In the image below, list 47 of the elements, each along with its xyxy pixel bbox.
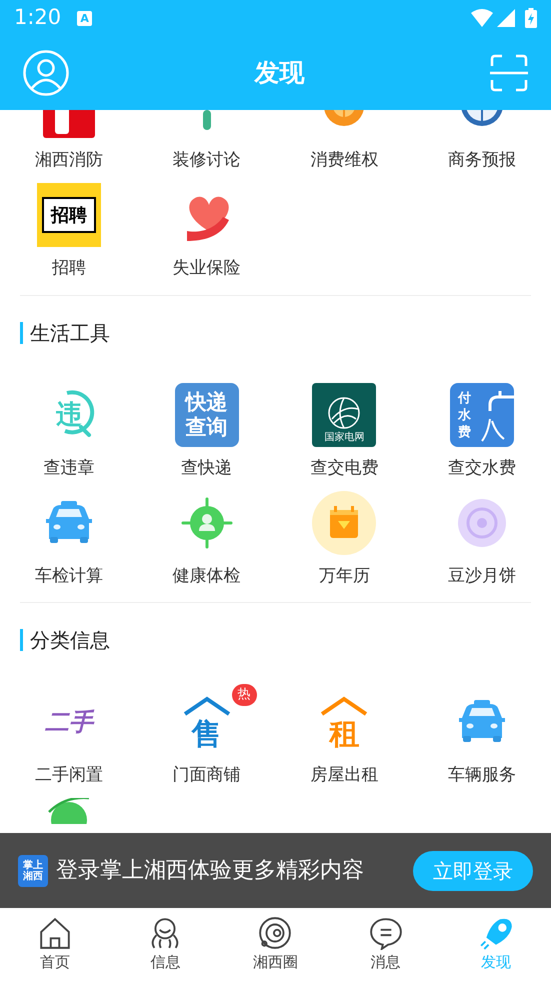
notification-icon: A xyxy=(77,10,92,26)
tab[interactable]: 首页 xyxy=(0,908,110,981)
section-marker xyxy=(20,629,23,651)
battery-icon xyxy=(525,8,537,28)
tab-icon xyxy=(368,916,403,950)
item-label[interactable]: 房屋出租 xyxy=(310,765,378,785)
item-label[interactable]: 失业保险 xyxy=(172,258,241,278)
power-grid-icon[interactable]: 国家电网 xyxy=(312,383,376,447)
item-label[interactable]: 车检计算 xyxy=(34,566,103,586)
capsule-icon[interactable] xyxy=(202,110,211,130)
item-label[interactable]: 车辆服务 xyxy=(448,765,516,785)
item-label[interactable]: 查交电费 xyxy=(310,458,378,478)
section-marker xyxy=(20,322,23,344)
item-label[interactable]: 招聘 xyxy=(52,258,86,278)
wifi-icon xyxy=(471,9,493,27)
scan-icon[interactable] xyxy=(490,54,528,92)
hot-badge: 热 xyxy=(232,684,257,706)
water-fee-icon[interactable]: 付 水 费 xyxy=(450,383,514,447)
page-title: 发现 xyxy=(254,57,304,90)
status-time: 1:20 xyxy=(14,4,62,32)
tab-icon xyxy=(478,916,513,950)
item-label[interactable]: 健康体检 xyxy=(172,566,241,586)
signal-icon xyxy=(497,9,515,27)
login-prompt: 登录掌上湘西体验更多精彩内容 xyxy=(56,857,364,885)
tab-icon xyxy=(258,916,292,950)
section-title: 分类信息 xyxy=(30,628,110,652)
avatar-icon[interactable] xyxy=(23,50,69,96)
tab[interactable]: 信息 xyxy=(110,908,220,981)
item-label[interactable]: 门面商铺 xyxy=(172,765,241,785)
item-label[interactable]: 湘西消防 xyxy=(34,150,103,170)
app-logo: 掌上 湘西 xyxy=(18,854,48,886)
item-label[interactable]: 查交水费 xyxy=(448,458,516,478)
item-label[interactable]: 装修讨论 xyxy=(172,150,241,170)
tab[interactable]: 湘西圈 xyxy=(220,908,331,981)
section-title: 生活工具 xyxy=(30,321,110,345)
item-label[interactable]: 二手闲置 xyxy=(34,765,103,785)
item-label[interactable]: 查违章 xyxy=(43,458,94,478)
second-hand-icon[interactable]: 二手 xyxy=(36,690,101,754)
calendar-icon[interactable] xyxy=(312,491,376,555)
item-label[interactable]: 消费维权 xyxy=(310,150,378,170)
recruit-sign-icon[interactable]: 招聘 xyxy=(36,183,101,247)
item-label[interactable]: 商务预报 xyxy=(448,150,516,170)
item-label[interactable]: 万年历 xyxy=(318,566,370,586)
tab-icon xyxy=(38,916,72,950)
tab[interactable]: 消息 xyxy=(330,908,441,981)
item-label[interactable]: 豆沙月饼 xyxy=(448,566,516,586)
item-label[interactable]: 查快递 xyxy=(181,458,232,478)
